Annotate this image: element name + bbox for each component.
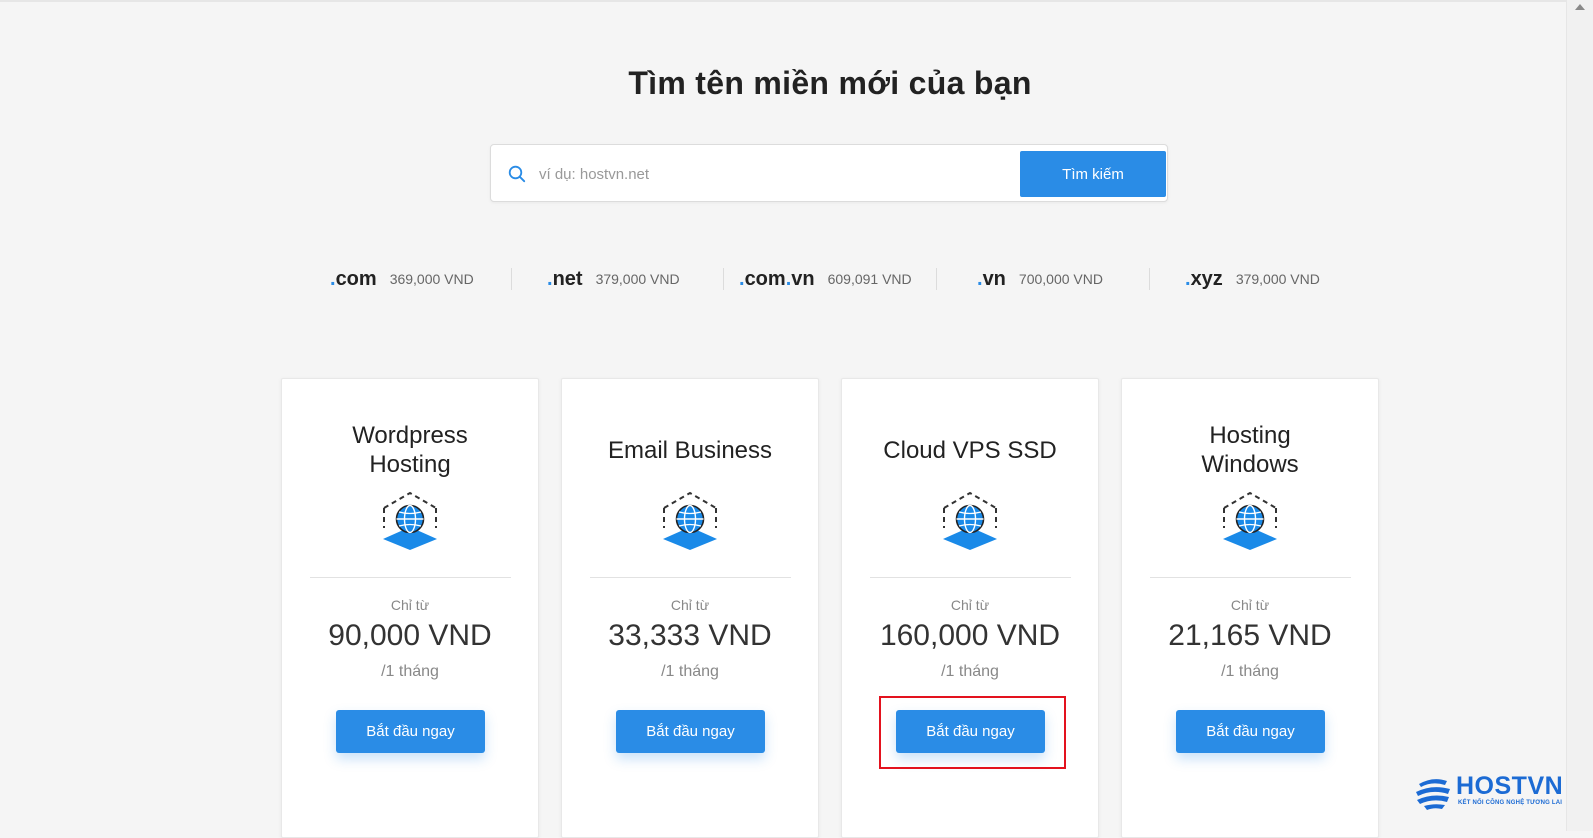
globe-network-icon bbox=[1220, 491, 1280, 551]
tld-name: .com.vn bbox=[739, 267, 815, 290]
plan-card-email-business: Email Business Chỉ từ 33,333 VND /1 thán… bbox=[561, 378, 819, 838]
domain-search-box: Tìm kiếm bbox=[490, 144, 1168, 202]
tld-price: 609,091 VND bbox=[827, 271, 912, 287]
plan-price: 21,165 VND bbox=[1168, 619, 1332, 652]
top-border bbox=[0, 0, 1593, 2]
scroll-up-arrow-icon[interactable] bbox=[1575, 4, 1585, 10]
plan-price: 90,000 VND bbox=[328, 619, 492, 652]
plan-period: /1 tháng bbox=[1221, 663, 1279, 680]
tld-item[interactable]: .net 379,000 VND bbox=[547, 262, 680, 296]
card-divider bbox=[1150, 577, 1351, 578]
from-label: Chỉ từ bbox=[950, 597, 990, 613]
tld-divider bbox=[511, 268, 512, 290]
globe-network-icon bbox=[380, 491, 440, 551]
brand-tagline: KẾT NỐI CÔNG NGHỆ TƯƠNG LAI bbox=[1458, 800, 1563, 806]
start-now-button[interactable]: Bắt đầu ngay bbox=[616, 710, 765, 753]
highlight-box bbox=[879, 696, 1066, 769]
plan-title: Email Business bbox=[607, 436, 773, 464]
tld-name: .com bbox=[330, 267, 377, 290]
plan-price: 33,333 VND bbox=[608, 619, 772, 652]
card-divider bbox=[310, 577, 511, 578]
tld-price: 369,000 VND bbox=[389, 271, 474, 287]
tld-divider bbox=[936, 268, 937, 290]
tld-name: .net bbox=[547, 267, 583, 290]
tld-item[interactable]: .vn 700,000 VND bbox=[977, 262, 1103, 296]
tld-divider bbox=[1149, 268, 1150, 290]
plan-title: Hosting Windows bbox=[1201, 422, 1299, 478]
plan-title: Wordpress Hosting bbox=[352, 422, 468, 478]
plan-period: /1 tháng bbox=[381, 663, 439, 680]
plan-card-cloud-vps-ssd: Cloud VPS SSD Chỉ từ 160,000 VND /1 thán… bbox=[841, 378, 1099, 838]
brand-name: HOSTVN bbox=[1456, 772, 1564, 800]
tld-item[interactable]: .com.vn 609,091 VND bbox=[739, 262, 912, 296]
brand-mark-icon bbox=[1414, 775, 1452, 811]
globe-network-icon bbox=[940, 491, 1000, 551]
tld-price: 700,000 VND bbox=[1018, 271, 1103, 287]
search-icon bbox=[508, 165, 526, 183]
tld-item[interactable]: .xyz 379,000 VND bbox=[1185, 262, 1320, 296]
from-label: Chỉ từ bbox=[670, 597, 710, 613]
plan-card-hosting-windows: Hosting Windows Chỉ từ 21,165 VND /1 thá… bbox=[1121, 378, 1379, 838]
tld-name: .xyz bbox=[1185, 267, 1223, 290]
tld-name: .vn bbox=[977, 267, 1006, 290]
tld-price: 379,000 VND bbox=[1235, 271, 1320, 287]
tld-item[interactable]: .com 369,000 VND bbox=[330, 262, 474, 296]
plan-period: /1 tháng bbox=[661, 663, 719, 680]
hostvn-logo[interactable]: HOSTVN KẾT NỐI CÔNG NGHỆ TƯƠNG LAI bbox=[1414, 772, 1566, 813]
tld-price: 379,000 VND bbox=[595, 271, 680, 287]
tld-price-list: .com 369,000 VND .net 379,000 VND .com.v… bbox=[310, 262, 1350, 296]
card-divider bbox=[590, 577, 791, 578]
globe-network-icon bbox=[660, 491, 720, 551]
start-now-button[interactable]: Bắt đầu ngay bbox=[336, 710, 485, 753]
plan-price: 160,000 VND bbox=[879, 619, 1061, 652]
plan-title: Cloud VPS SSD bbox=[883, 436, 1057, 464]
search-button[interactable]: Tìm kiếm bbox=[1020, 151, 1166, 197]
plan-card-wordpress-hosting: Wordpress Hosting Chỉ từ 90,000 VND /1 t… bbox=[281, 378, 539, 838]
tld-divider bbox=[723, 268, 724, 290]
domain-search-input[interactable] bbox=[537, 157, 1001, 191]
page-title: Tìm tên miền mới của bạn bbox=[628, 65, 1032, 102]
from-label: Chỉ từ bbox=[390, 597, 430, 613]
from-label: Chỉ từ bbox=[1230, 597, 1270, 613]
plan-period: /1 tháng bbox=[941, 663, 999, 680]
vertical-scrollbar[interactable] bbox=[1566, 0, 1593, 831]
card-divider bbox=[870, 577, 1071, 578]
start-now-button[interactable]: Bắt đầu ngay bbox=[1176, 710, 1325, 753]
